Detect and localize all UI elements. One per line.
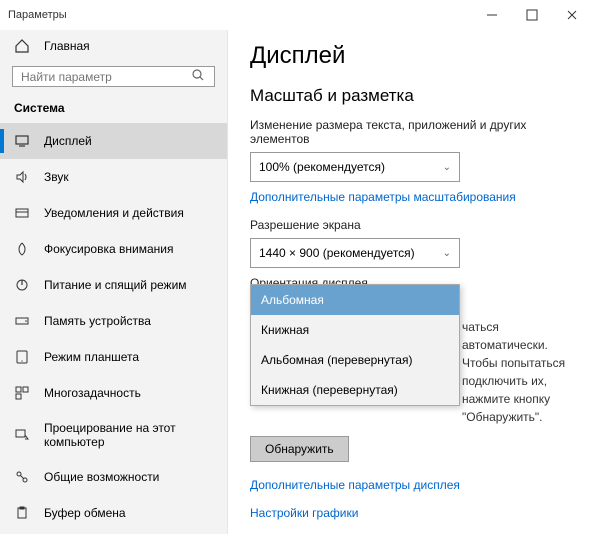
graphics-settings-link[interactable]: Настройки графики — [250, 506, 576, 520]
scale-label: Изменение размера текста, приложений и д… — [250, 118, 576, 146]
chevron-down-icon: ⌄ — [443, 162, 451, 173]
close-button[interactable] — [552, 1, 592, 29]
scale-select[interactable]: 100% (рекомендуется) ⌄ — [250, 152, 460, 182]
nav-label: Общие возможности — [44, 470, 159, 484]
nav-label: Режим планшета — [44, 350, 139, 364]
nav-label: Дисплей — [44, 134, 92, 148]
nav-label: Проецирование на этот компьютер — [44, 421, 213, 449]
resolution-select[interactable]: 1440 × 900 (рекомендуется) ⌄ — [250, 238, 460, 268]
nav-power[interactable]: Питание и спящий режим — [0, 267, 227, 303]
detect-button[interactable]: Обнаружить — [250, 436, 349, 462]
nav-sound[interactable]: Звук — [0, 159, 227, 195]
nav-shared[interactable]: Общие возможности — [0, 459, 227, 495]
scale-value: 100% (рекомендуется) — [259, 160, 385, 174]
notifications-icon — [14, 205, 30, 221]
nav-tablet[interactable]: Режим планшета — [0, 339, 227, 375]
category-header: Система — [0, 97, 227, 123]
shared-icon — [14, 469, 30, 485]
maximize-button[interactable] — [512, 1, 552, 29]
home-icon — [14, 38, 30, 54]
focus-icon — [14, 241, 30, 257]
nav-notifications[interactable]: Уведомления и действия — [0, 195, 227, 231]
projecting-icon — [14, 427, 30, 443]
search-box[interactable] — [12, 66, 215, 87]
window-title: Параметры — [8, 9, 67, 21]
sound-icon — [14, 169, 30, 185]
display-icon — [14, 133, 30, 149]
orientation-option-portrait[interactable]: Книжная — [251, 315, 459, 345]
orientation-option-portrait-flipped[interactable]: Книжная (перевернутая) — [251, 375, 459, 405]
clipboard-icon — [14, 505, 30, 521]
multitask-icon — [14, 385, 30, 401]
nav-label: Питание и спящий режим — [44, 278, 187, 292]
chevron-down-icon: ⌄ — [443, 248, 451, 259]
search-input[interactable] — [21, 70, 190, 84]
nav-label: Память устройства — [44, 314, 151, 328]
minimize-button[interactable] — [472, 1, 512, 29]
orientation-option-landscape-flipped[interactable]: Альбомная (перевернутая) — [251, 345, 459, 375]
storage-icon — [14, 313, 30, 329]
power-icon — [14, 277, 30, 293]
orientation-dropdown[interactable]: Альбомная Книжная Альбомная (перевернута… — [250, 284, 460, 406]
nav-multitask[interactable]: Многозадачность — [0, 375, 227, 411]
nav-label: Звук — [44, 170, 69, 184]
nav-projecting[interactable]: Проецирование на этот компьютер — [0, 411, 227, 459]
nav-focus[interactable]: Фокусировка внимания — [0, 231, 227, 267]
home-nav[interactable]: Главная — [0, 30, 227, 60]
resolution-label: Разрешение экрана — [250, 218, 576, 232]
nav-display[interactable]: Дисплей — [0, 123, 227, 159]
home-label: Главная — [44, 39, 90, 53]
advanced-scaling-link[interactable]: Дополнительные параметры масштабирования — [250, 190, 576, 204]
resolution-value: 1440 × 900 (рекомендуется) — [259, 246, 415, 260]
orientation-option-landscape[interactable]: Альбомная — [251, 285, 459, 315]
nav-storage[interactable]: Память устройства — [0, 303, 227, 339]
sidebar: Главная Система Дисплей Звук Уведомления… — [0, 30, 228, 534]
section-title: Масштаб и разметка — [250, 86, 576, 106]
tablet-icon — [14, 349, 30, 365]
advanced-display-link[interactable]: Дополнительные параметры дисплея — [250, 478, 576, 492]
main-content: Дисплей Масштаб и разметка Изменение раз… — [228, 30, 600, 534]
nav-label: Буфер обмена — [44, 506, 126, 520]
window-controls — [472, 1, 592, 29]
nav-label: Фокусировка внимания — [44, 242, 173, 256]
nav-clipboard[interactable]: Буфер обмена — [0, 495, 227, 531]
nav-label: Уведомления и действия — [44, 206, 184, 220]
page-title: Дисплей — [250, 42, 576, 70]
search-icon — [190, 67, 206, 86]
titlebar: Параметры — [0, 0, 600, 30]
nav-label: Многозадачность — [44, 386, 141, 400]
